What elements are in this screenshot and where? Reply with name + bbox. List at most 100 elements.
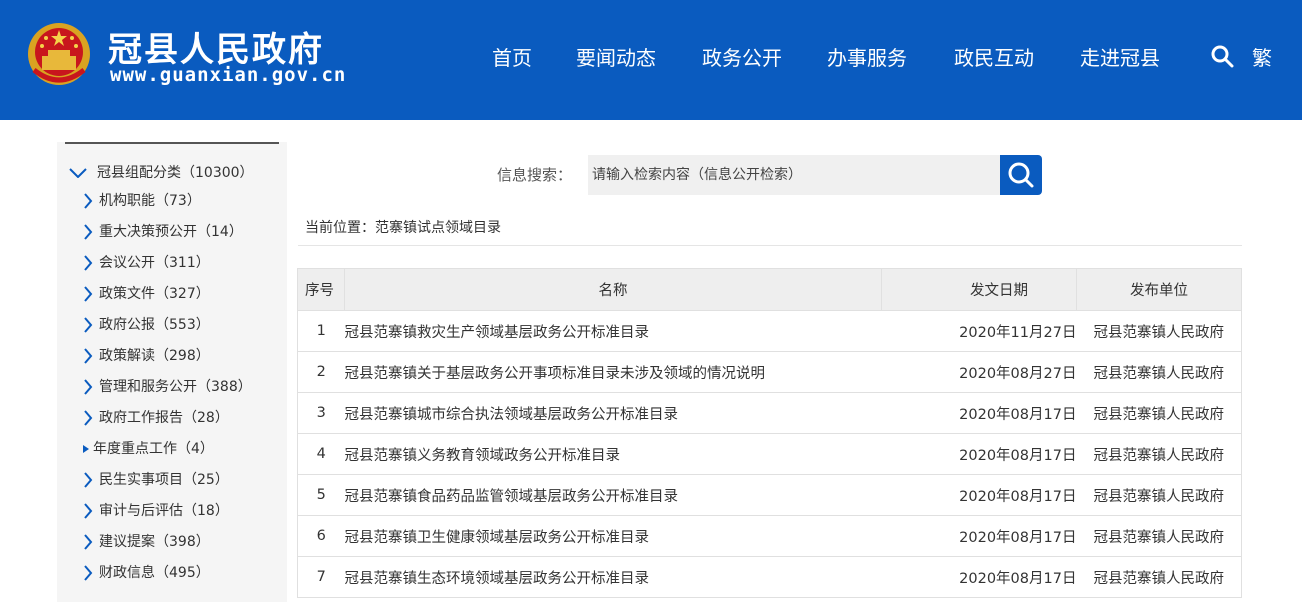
publisher: 冠县范寨镇人民政府	[1076, 392, 1243, 434]
sidebar-item-label: 重大决策预公开（14）	[99, 224, 243, 240]
sidebar-item[interactable]: 政策解读（298）	[83, 345, 210, 365]
sidebar-item[interactable]: 机构职能（73）	[83, 190, 201, 210]
divider	[298, 245, 1242, 246]
publish-date: 2020年08月17日	[881, 392, 1077, 434]
table-row: 1 冠县范寨镇救灾生产领域基层政务公开标准目录 2020年11月27日 冠县范寨镇人民…	[297, 310, 1243, 352]
document-title-link[interactable]: 冠县范寨镇卫生健康领域基层政务公开标准目录	[344, 515, 882, 557]
sidebar-item-label: 民生实事项目（25）	[99, 472, 229, 488]
column-header-date: 发文日期	[880, 268, 1077, 311]
caret-right-icon	[83, 445, 89, 453]
publisher: 冠县范寨镇人民政府	[1076, 433, 1243, 475]
column-header-name: 名称	[343, 268, 882, 311]
publish-date: 2020年08月17日	[881, 474, 1077, 516]
publish-date: 2020年08月17日	[881, 556, 1077, 598]
row-number: 3	[297, 392, 345, 434]
sidebar-item[interactable]: 重大决策预公开（14）	[83, 221, 243, 241]
document-title-link[interactable]: 冠县范寨镇救灾生产领域基层政务公开标准目录	[344, 310, 882, 352]
sidebar-divider	[65, 142, 279, 144]
row-number: 1	[297, 310, 345, 352]
document-title-link[interactable]: 冠县范寨镇城市综合执法领域基层政务公开标准目录	[344, 392, 882, 434]
chevron-right-icon	[84, 565, 93, 581]
publish-date: 2020年08月27日	[881, 351, 1077, 393]
chevron-right-icon	[84, 379, 93, 395]
chevron-right-icon	[84, 193, 93, 209]
search-button[interactable]	[1000, 155, 1042, 195]
publish-date: 2020年08月17日	[881, 515, 1077, 557]
document-title-link[interactable]: 冠县范寨镇关于基层政务公开事项标准目录未涉及领域的情况说明	[344, 351, 882, 393]
nav-item-about[interactable]: 走进冠县	[1080, 42, 1160, 71]
sidebar-item[interactable]: 管理和服务公开（388）	[83, 376, 252, 396]
nav-item-news[interactable]: 要闻动态	[576, 42, 656, 71]
breadcrumb: 当前位置：范寨镇试点领域目录	[305, 220, 501, 236]
publish-date: 2020年11月27日	[881, 310, 1077, 352]
column-header-number: 序号	[297, 268, 345, 311]
search-label: 信息搜索：	[497, 166, 573, 184]
chevron-right-icon	[84, 503, 93, 519]
sidebar-item-label: 年度重点工作（4）	[93, 441, 214, 457]
sidebar-item-label: 审计与后评估（18）	[99, 503, 229, 519]
chevron-right-icon	[84, 348, 93, 364]
sidebar-root-category[interactable]: 冠县组配分类（10300）	[69, 162, 254, 182]
main-nav: 首页 要闻动态 政务公开 办事服务 政民互动 走进冠县	[0, 42, 1302, 74]
document-title-link[interactable]: 冠县范寨镇生态环境领域基层政务公开标准目录	[344, 556, 882, 598]
row-number: 2	[297, 351, 345, 393]
sidebar-item[interactable]: 财政信息（495）	[83, 562, 210, 582]
chevron-down-icon	[69, 168, 87, 178]
site-header: 冠县人民政府 www.guanxian.gov.cn 首页 要闻动态 政务公开 …	[0, 0, 1302, 120]
document-title-link[interactable]: 冠县范寨镇食品药品监管领域基层政务公开标准目录	[344, 474, 882, 516]
sidebar-item-label: 政策解读（298）	[99, 348, 210, 364]
publisher: 冠县范寨镇人民政府	[1076, 556, 1243, 598]
search-icon	[1008, 162, 1034, 188]
sidebar-item[interactable]: 政府工作报告（28）	[83, 407, 229, 427]
sidebar-item-label: 建议提案（398）	[99, 534, 210, 550]
sidebar-item[interactable]: 会议公开（311）	[83, 252, 210, 272]
chevron-right-icon	[84, 286, 93, 302]
chevron-right-icon	[84, 255, 93, 271]
sidebar-item-label: 政策文件（327）	[99, 286, 210, 302]
publisher: 冠县范寨镇人民政府	[1076, 310, 1243, 352]
nav-item-home[interactable]: 首页	[492, 42, 532, 71]
sidebar-item-label: 机构职能（73）	[99, 193, 201, 209]
sidebar-item-label: 政府公报（553）	[99, 317, 210, 333]
chevron-right-icon	[84, 410, 93, 426]
chevron-right-icon	[84, 534, 93, 550]
publisher: 冠县范寨镇人民政府	[1076, 515, 1243, 557]
chevron-right-icon	[84, 472, 93, 488]
sidebar-item[interactable]: 政策文件（327）	[83, 283, 210, 303]
sidebar-item-label: 财政信息（495）	[99, 565, 210, 581]
sidebar-root-label: 冠县组配分类（10300）	[97, 165, 254, 181]
table-row: 7 冠县范寨镇生态环境领域基层政务公开标准目录 2020年08月17日 冠县范寨镇人民…	[297, 556, 1243, 598]
sidebar-item-label: 会议公开（311）	[99, 255, 210, 271]
chevron-right-icon	[84, 317, 93, 333]
publish-date: 2020年08月17日	[881, 433, 1077, 475]
category-sidebar: 冠县组配分类（10300） 机构职能（73） 重大决策预公开（14） 会议公开（31…	[57, 142, 287, 602]
sidebar-item[interactable]: 年度重点工作（4）	[83, 438, 214, 458]
sidebar-item[interactable]: 审计与后评估（18）	[83, 500, 229, 520]
document-title-link[interactable]: 冠县范寨镇义务教育领域政务公开标准目录	[344, 433, 882, 475]
sidebar-item[interactable]: 建议提案（398）	[83, 531, 210, 551]
row-number: 4	[297, 433, 345, 475]
row-number: 6	[297, 515, 345, 557]
table-row: 2 冠县范寨镇关于基层政务公开事项标准目录未涉及领域的情况说明 2020年08月27…	[297, 351, 1243, 393]
search-input[interactable]	[588, 155, 1000, 195]
table-row: 3 冠县范寨镇城市综合执法领域基层政务公开标准目录 2020年08月17日 冠县范寨镇…	[297, 392, 1243, 434]
search-icon[interactable]	[1210, 44, 1234, 68]
nav-item-interaction[interactable]: 政民互动	[954, 42, 1034, 71]
nav-item-gov-affairs[interactable]: 政务公开	[702, 42, 782, 71]
nav-item-services[interactable]: 办事服务	[827, 42, 907, 71]
sidebar-item-label: 管理和服务公开（388）	[99, 379, 252, 395]
table-row: 4 冠县范寨镇义务教育领域政务公开标准目录 2020年08月17日 冠县范寨镇人民政府	[297, 433, 1243, 475]
publisher: 冠县范寨镇人民政府	[1076, 474, 1243, 516]
document-table: 序号 名称 发文日期 发布单位 1 冠县范寨镇救灾生产领域基层政务公开标准目录 20…	[297, 268, 1243, 598]
publisher: 冠县范寨镇人民政府	[1076, 351, 1243, 393]
traditional-chinese-toggle[interactable]: 繁	[1252, 42, 1272, 71]
table-row: 6 冠县范寨镇卫生健康领域基层政务公开标准目录 2020年08月17日 冠县范寨镇人民…	[297, 515, 1243, 557]
sidebar-item-label: 政府工作报告（28）	[99, 410, 229, 426]
table-row: 5 冠县范寨镇食品药品监管领域基层政务公开标准目录 2020年08月17日 冠县范寨镇…	[297, 474, 1243, 516]
sidebar-item[interactable]: 政府公报（553）	[83, 314, 210, 334]
table-header-row: 序号 名称 发文日期 发布单位	[297, 268, 1243, 311]
row-number: 5	[297, 474, 345, 516]
sidebar-item[interactable]: 民生实事项目（25）	[83, 469, 229, 489]
chevron-right-icon	[84, 224, 93, 240]
column-header-publisher: 发布单位	[1075, 268, 1243, 311]
